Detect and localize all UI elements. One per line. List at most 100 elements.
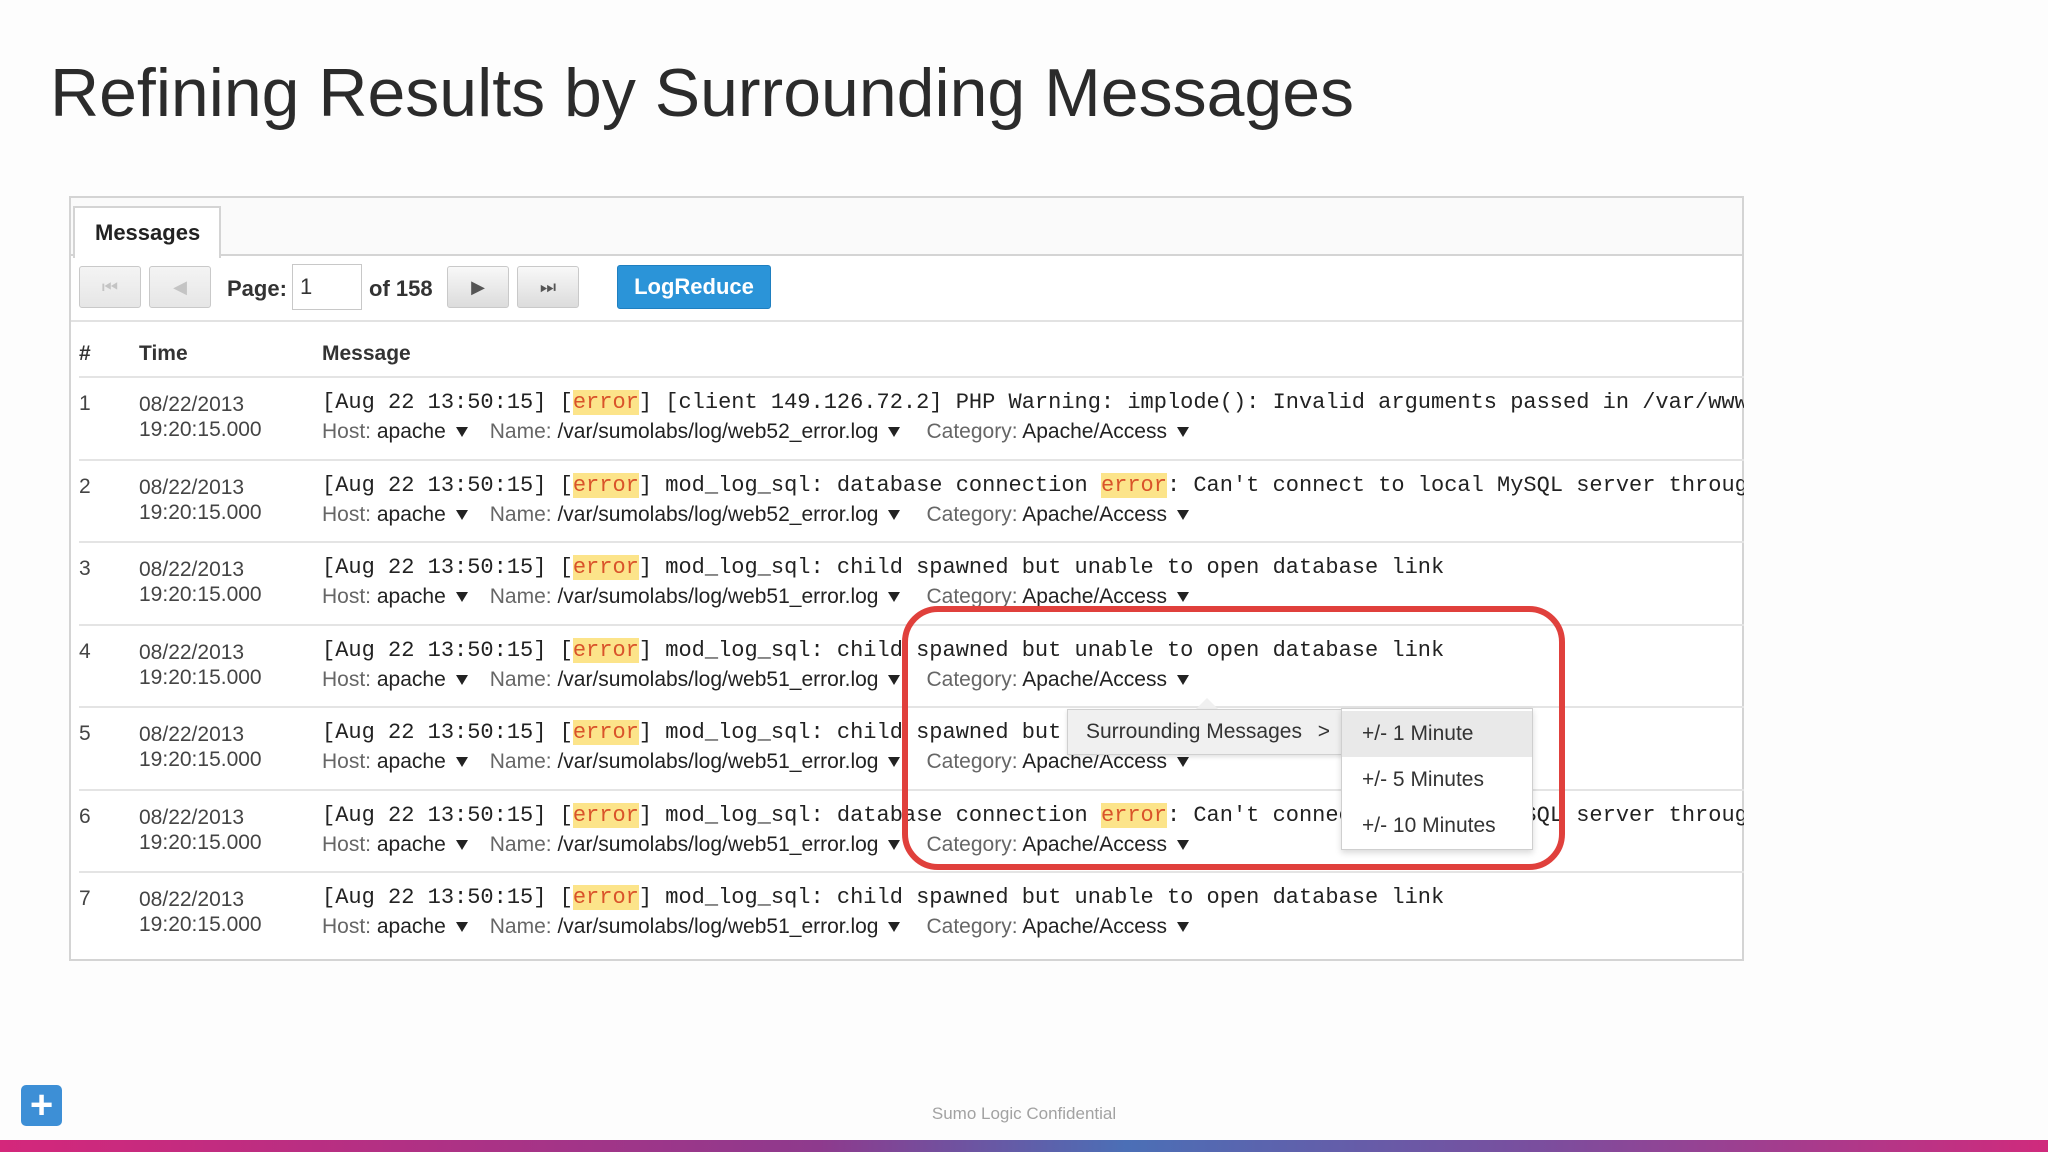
submenu-item-5-minutes[interactable]: +/- 5 Minutes [1342,757,1532,803]
category-dropdown-icon[interactable] [1176,922,1189,933]
name-dropdown-icon[interactable] [888,592,901,603]
row-date: 08/22/2013 [139,723,245,746]
row-time: 19:20:15.000 [139,913,262,936]
name-value[interactable]: /var/sumolabs/log/web51_error.log [557,750,878,773]
submenu-arrow-icon: > [1317,720,1330,743]
host-dropdown-icon[interactable] [455,922,468,933]
column-header-num[interactable]: # [79,342,91,366]
page-input[interactable]: 1 [292,264,362,310]
name-value[interactable]: /var/sumolabs/log/web52_error.log [557,503,878,526]
row-timestamp: 08/22/2013 19:20:15.000 [139,805,262,855]
row-timestamp: 08/22/2013 19:20:15.000 [139,722,262,772]
host-dropdown-icon[interactable] [455,592,468,603]
row-date: 08/22/2013 [139,805,245,829]
row-timestamp: 08/22/2013 19:20:15.000 [139,887,262,937]
name-value[interactable]: /var/sumolabs/log/web51_error.log [557,833,878,856]
name-dropdown-icon[interactable] [888,757,901,768]
tab-strip: Messages [71,198,1742,258]
category-value[interactable]: Apache/Access [1022,915,1167,938]
host-dropdown-icon[interactable] [455,674,468,685]
row-date: 08/22/2013 [139,888,245,911]
row-message[interactable]: [Aug 22 13:50:15] [error] mod_log_sql: c… [322,555,1744,580]
column-header-message[interactable]: Message [322,342,411,366]
row-number: 4 [79,639,91,663]
host-key: Host: [322,502,372,526]
column-header-time[interactable]: Time [139,342,188,366]
row-timestamp: 08/22/2013 19:20:15.000 [139,392,262,442]
row-message[interactable]: [Aug 22 13:50:15] [error] mod_log_sql: d… [322,472,1744,498]
message-row[interactable]: 1 08/22/2013 19:20:15.000 [Aug 22 13:50:15]… [79,376,1744,458]
row-metadata: Host: apache Name: /var/sumolabs/log/web5… [322,420,1189,444]
submenu-item-10-minutes[interactable]: +/- 10 Minutes [1342,803,1532,849]
row-timestamp: 08/22/2013 19:20:15.000 [139,640,262,690]
surrounding-messages-label: Surrounding Messages [1086,720,1302,743]
row-message[interactable]: [Aug 22 13:50:15] [error] mod_log_sql: c… [322,885,1744,910]
next-page-button[interactable]: ▶ [447,266,509,308]
name-dropdown-icon[interactable] [888,839,901,850]
name-value[interactable]: /var/sumolabs/log/web52_error.log [557,420,878,443]
submenu-item-1-minute[interactable]: +/- 1 Minute [1342,711,1532,757]
host-value[interactable]: apache [377,915,446,938]
row-time: 19:20:15.000 [139,665,262,689]
category-value[interactable]: Apache/Access [1022,420,1167,443]
row-number: 2 [79,474,91,498]
host-value[interactable]: apache [377,585,446,608]
host-key: Host: [322,585,372,608]
category-value[interactable]: Apache/Access [1022,503,1167,526]
category-dropdown-icon[interactable] [1176,592,1189,603]
row-message[interactable]: [Aug 22 13:50:15] [error] [client 149.12… [322,390,1744,415]
row-number: 6 [79,804,91,828]
host-value[interactable]: apache [377,833,446,856]
context-menu-pointer [1196,698,1218,709]
row-date: 08/22/2013 [139,393,245,416]
category-dropdown-icon[interactable] [1176,509,1189,520]
category-value[interactable]: Apache/Access [1022,585,1167,608]
host-value[interactable]: apache [377,503,446,526]
message-text: [Aug 22 13:50:15] [ [322,802,573,828]
row-metadata: Host: apache Name: /var/sumolabs/log/web5… [322,503,1189,527]
error-keyword-highlight: error [572,885,639,910]
name-key: Name: [489,420,552,443]
row-time: 19:20:15.000 [139,830,262,854]
host-dropdown-icon[interactable] [455,427,468,438]
name-dropdown-icon[interactable] [888,509,901,520]
name-dropdown-icon[interactable] [888,427,901,438]
row-timestamp: 08/22/2013 19:20:15.000 [139,557,262,607]
surrounding-messages-menu-item[interactable]: Surrounding Messages > [1067,709,1343,755]
pagination-toolbar: ⏮ ◀ Page: 1 of 158 ▶ ⏭ LogReduce [71,256,1742,322]
message-row[interactable]: 2 08/22/2013 19:20:15.000 [Aug 22 13:50:15]… [79,458,1744,541]
name-dropdown-icon[interactable] [888,674,901,685]
last-page-button[interactable]: ⏭ [517,266,579,308]
row-number: 1 [79,392,91,415]
message-text: ] mod_log_sql: child spawned but unable … [638,885,1445,910]
category-dropdown-icon[interactable] [1176,427,1189,438]
host-dropdown-icon[interactable] [455,509,468,520]
name-dropdown-icon[interactable] [888,922,901,933]
message-text: [Aug 22 13:50:15] [ [322,720,573,745]
name-key: Name: [489,667,552,691]
name-value[interactable]: /var/sumolabs/log/web51_error.log [557,668,878,691]
name-value[interactable]: /var/sumolabs/log/web51_error.log [557,585,878,608]
message-text: ] mod_log_sql: database connection [638,472,1101,498]
host-value[interactable]: apache [377,420,446,443]
host-value[interactable]: apache [377,668,446,691]
message-text: [Aug 22 13:50:15] [ [322,472,573,498]
category-key: Category: [926,502,1018,526]
first-page-button[interactable]: ⏮ [79,266,141,308]
host-key: Host: [322,832,372,856]
host-value[interactable]: apache [377,750,446,773]
name-key: Name: [489,585,552,608]
name-key: Name: [489,915,552,938]
message-text: [Aug 22 13:50:15] [ [322,555,573,580]
tab-messages[interactable]: Messages [73,206,221,258]
name-value[interactable]: /var/sumolabs/log/web51_error.log [557,915,878,938]
prev-page-button[interactable]: ◀ [149,266,211,308]
row-date: 08/22/2013 [139,475,245,499]
error-keyword-highlight: error [572,637,639,663]
error-keyword-highlight: error [572,802,639,828]
logreduce-button[interactable]: LogReduce [617,265,771,309]
host-dropdown-icon[interactable] [455,839,468,850]
message-text: [Aug 22 13:50:15] [ [322,885,573,910]
message-row[interactable]: 7 08/22/2013 19:20:15.000 [Aug 22 13:50:15]… [79,871,1744,953]
host-dropdown-icon[interactable] [455,757,468,768]
